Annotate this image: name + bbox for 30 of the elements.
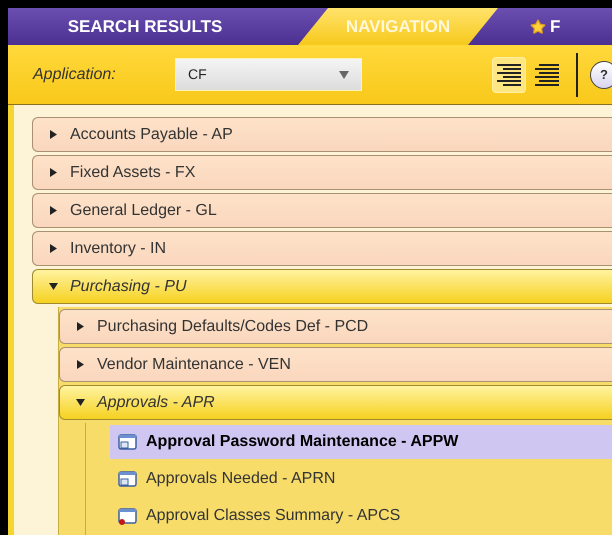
collapsed-triangle-icon	[49, 206, 58, 215]
star-icon	[530, 18, 546, 34]
expanded-triangle-icon	[76, 398, 85, 407]
collapsed-triangle-icon	[76, 360, 85, 369]
dropdown-caret-icon	[339, 70, 349, 78]
tree-leaf-item[interactable]: Approval Password Maintenance - APPW	[110, 425, 612, 459]
application-select[interactable]: CF	[175, 58, 362, 91]
tree-group-row[interactable]: Approvals - APR	[59, 385, 612, 420]
tree-group-row[interactable]: Inventory - IN	[32, 231, 612, 266]
collapsed-triangle-icon	[76, 322, 85, 331]
alert-window-icon	[118, 507, 138, 525]
expanded-triangle-icon	[49, 282, 58, 291]
tree-group-row[interactable]: Purchasing - PU	[32, 269, 612, 304]
application-label: Application:	[33, 64, 117, 84]
collapsed-triangle-icon	[49, 130, 58, 139]
tree-group-row[interactable]: Vendor Maintenance - VEN	[59, 347, 612, 382]
tree-group-row[interactable]: General Ledger - GL	[32, 193, 612, 228]
collapsed-triangle-icon	[49, 168, 58, 177]
align-right-button[interactable]	[492, 56, 526, 92]
tree-leaf-item[interactable]: Approvals Needed - APRN	[110, 462, 612, 496]
tree-group-row[interactable]: Accounts Payable - AP	[32, 117, 612, 152]
collapsed-triangle-icon	[49, 244, 58, 253]
window-icon	[118, 470, 138, 488]
tab[interactable]: F	[498, 8, 560, 45]
tree-group-row[interactable]: Purchasing Defaults/Codes Def - PCD	[59, 309, 612, 344]
help-button[interactable]: ?	[590, 60, 612, 88]
tab[interactable]: SEARCH RESULTS	[8, 8, 298, 45]
tree-group-row[interactable]: Fixed Assets - FX	[32, 155, 612, 190]
tree-leaf-item[interactable]: Approval Classes Summary - APCS	[110, 499, 612, 533]
window-icon	[118, 433, 138, 451]
